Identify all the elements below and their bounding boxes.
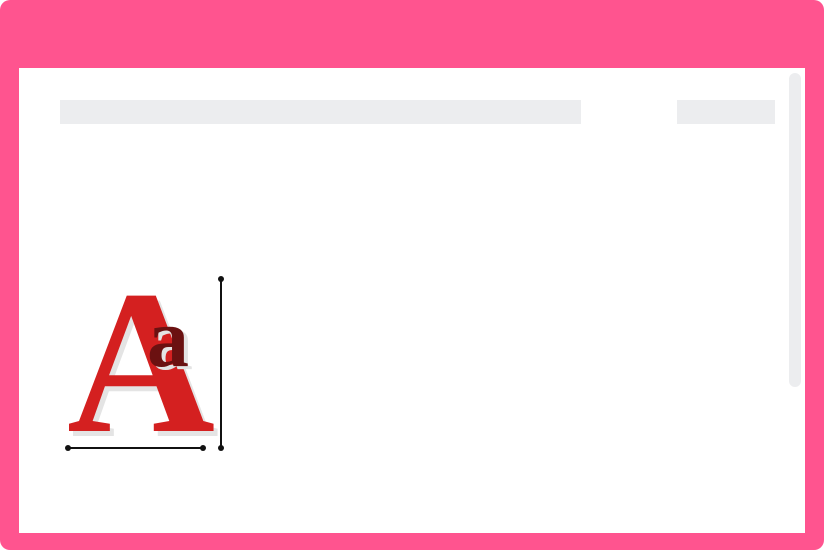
glyph-small: a <box>147 292 189 385</box>
content-area: A A a a <box>19 68 805 533</box>
height-measure-top-dot <box>218 276 224 282</box>
app-window: A A a a <box>0 0 824 550</box>
height-measure-bottom-dot <box>218 445 224 451</box>
title-bar <box>0 0 824 68</box>
width-measure-start-dot <box>65 445 71 451</box>
text-placeholder-bar <box>60 100 581 124</box>
width-measure-end-dot <box>200 445 206 451</box>
vertical-scrollbar[interactable] <box>789 73 801 387</box>
font-size-icon: A A a a <box>65 273 224 463</box>
button-placeholder-bar <box>677 100 775 124</box>
